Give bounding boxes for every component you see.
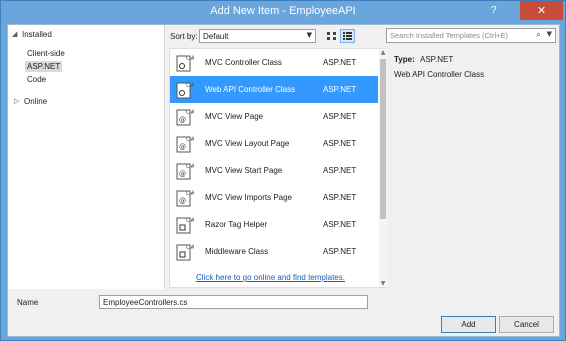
search-input[interactable]: Search Installed Templates (Ctrl+E) ⌕ ▼ bbox=[386, 28, 556, 43]
collapsed-arrow-icon[interactable]: ▷ bbox=[14, 97, 19, 105]
find-templates-online-link[interactable]: Click here to go online and find templat… bbox=[196, 273, 345, 282]
svg-text:C#: C# bbox=[186, 136, 194, 143]
dialog-body: ◢ Installed Client-side ASP.NET Code ▷ O… bbox=[7, 24, 560, 337]
view-page-icon: @C# bbox=[176, 161, 195, 180]
csharp-class-icon: C# bbox=[176, 242, 195, 261]
svg-text:C#: C# bbox=[186, 217, 194, 224]
svg-text:C#: C# bbox=[186, 55, 194, 62]
tree-item-client-side[interactable]: Client-side bbox=[27, 49, 65, 58]
name-label: Name bbox=[17, 298, 39, 307]
chevron-down-icon: ▼ bbox=[306, 31, 312, 39]
type-value: ASP.NET bbox=[420, 55, 454, 64]
cancel-button[interactable]: Cancel bbox=[499, 316, 554, 333]
tree-item-online[interactable]: Online bbox=[24, 97, 47, 106]
svg-text:C#: C# bbox=[186, 82, 194, 89]
controller-class-icon: C# bbox=[176, 53, 195, 72]
csharp-class-icon: C# bbox=[176, 215, 195, 234]
template-row[interactable]: @C# MVC View Layout Page ASP.NET bbox=[170, 130, 378, 157]
view-page-icon: @C# bbox=[176, 188, 195, 207]
template-name: MVC Controller Class bbox=[205, 58, 282, 67]
grid-view-button[interactable] bbox=[324, 29, 339, 43]
template-row[interactable]: C# Razor Tag Helper ASP.NET bbox=[170, 211, 378, 238]
template-name: MVC View Layout Page bbox=[205, 139, 290, 148]
scrollbar-thumb[interactable] bbox=[380, 59, 386, 219]
svg-text:@: @ bbox=[179, 170, 186, 178]
template-list: C# MVC Controller Class ASP.NET C# Web A… bbox=[169, 48, 387, 288]
tree-item-aspnet[interactable]: ASP.NET bbox=[25, 61, 63, 72]
scroll-up-icon[interactable]: ▲ bbox=[379, 49, 387, 56]
scroll-down-icon[interactable]: ▼ bbox=[379, 280, 387, 287]
template-language: ASP.NET bbox=[323, 139, 357, 148]
list-view-icon bbox=[343, 32, 352, 40]
template-row[interactable]: @C# MVC View Start Page ASP.NET bbox=[170, 157, 378, 184]
svg-text:C#: C# bbox=[186, 109, 194, 116]
tree-item-installed[interactable]: Installed bbox=[22, 30, 52, 39]
toolbar: Sort by: Default ▼ Search Installed Temp… bbox=[165, 25, 561, 47]
sort-value: Default bbox=[203, 32, 229, 41]
template-row-selected[interactable]: C# Web API Controller Class ASP.NET bbox=[170, 76, 378, 103]
type-label: Type: bbox=[394, 55, 415, 64]
template-description: Web API Controller Class bbox=[394, 70, 485, 79]
svg-text:@: @ bbox=[179, 197, 186, 205]
svg-text:C#: C# bbox=[186, 163, 194, 170]
template-language: ASP.NET bbox=[323, 58, 357, 67]
controller-class-icon: C# bbox=[176, 80, 195, 99]
template-language: ASP.NET bbox=[323, 166, 357, 175]
list-scrollbar[interactable]: ▲ ▼ bbox=[379, 49, 387, 287]
add-button[interactable]: Add bbox=[441, 316, 496, 333]
svg-text:C#: C# bbox=[186, 190, 194, 197]
view-page-icon: @C# bbox=[176, 107, 195, 126]
template-language: ASP.NET bbox=[323, 112, 357, 121]
template-name: MVC View Imports Page bbox=[205, 193, 292, 202]
template-name: MVC View Start Page bbox=[205, 166, 283, 175]
help-button[interactable]: ? bbox=[491, 5, 497, 16]
sort-dropdown[interactable]: Default ▼ bbox=[199, 29, 316, 43]
view-page-icon: @C# bbox=[176, 134, 195, 153]
template-name: Middleware Class bbox=[205, 247, 269, 256]
template-language: ASP.NET bbox=[323, 193, 357, 202]
template-row[interactable]: @C# MVC View Imports Page ASP.NET bbox=[170, 184, 378, 211]
title-bar: Add New Item - EmployeeAPI ? ✕ bbox=[1, 1, 565, 23]
svg-text:C#: C# bbox=[186, 244, 194, 251]
template-row[interactable]: C# MVC Controller Class ASP.NET bbox=[170, 49, 378, 76]
search-placeholder: Search Installed Templates (Ctrl+E) bbox=[390, 31, 509, 40]
template-row[interactable]: C# Middleware Class ASP.NET bbox=[170, 238, 378, 265]
template-language: ASP.NET bbox=[323, 247, 357, 256]
template-name: MVC View Page bbox=[205, 112, 264, 121]
expanded-arrow-icon[interactable]: ◢ bbox=[12, 30, 17, 38]
svg-text:@: @ bbox=[179, 116, 186, 124]
search-options-icon[interactable]: ▼ bbox=[547, 30, 552, 38]
details-pane: Type: ASP.NET Web API Controller Class bbox=[391, 50, 556, 280]
dialog-title: Add New Item - EmployeeAPI bbox=[210, 5, 356, 17]
template-language: ASP.NET bbox=[323, 220, 357, 229]
svg-text:@: @ bbox=[179, 143, 186, 151]
template-name: Razor Tag Helper bbox=[205, 220, 268, 229]
template-language: ASP.NET bbox=[323, 85, 357, 94]
dialog-window: Add New Item - EmployeeAPI ? ✕ ◢ Install… bbox=[0, 0, 566, 341]
template-name: Web API Controller Class bbox=[205, 85, 296, 94]
sort-label: Sort by: bbox=[170, 32, 198, 41]
close-button[interactable]: ✕ bbox=[520, 1, 563, 20]
tree-item-code[interactable]: Code bbox=[27, 75, 46, 84]
grid-view-icon bbox=[327, 32, 336, 40]
search-icon[interactable]: ⌕ bbox=[536, 30, 541, 40]
template-row[interactable]: @C# MVC View Page ASP.NET bbox=[170, 103, 378, 130]
name-input[interactable]: EmployeeControllers.cs bbox=[99, 295, 368, 309]
list-view-button[interactable] bbox=[340, 29, 355, 43]
category-tree: ◢ Installed Client-side ASP.NET Code ▷ O… bbox=[8, 25, 165, 289]
